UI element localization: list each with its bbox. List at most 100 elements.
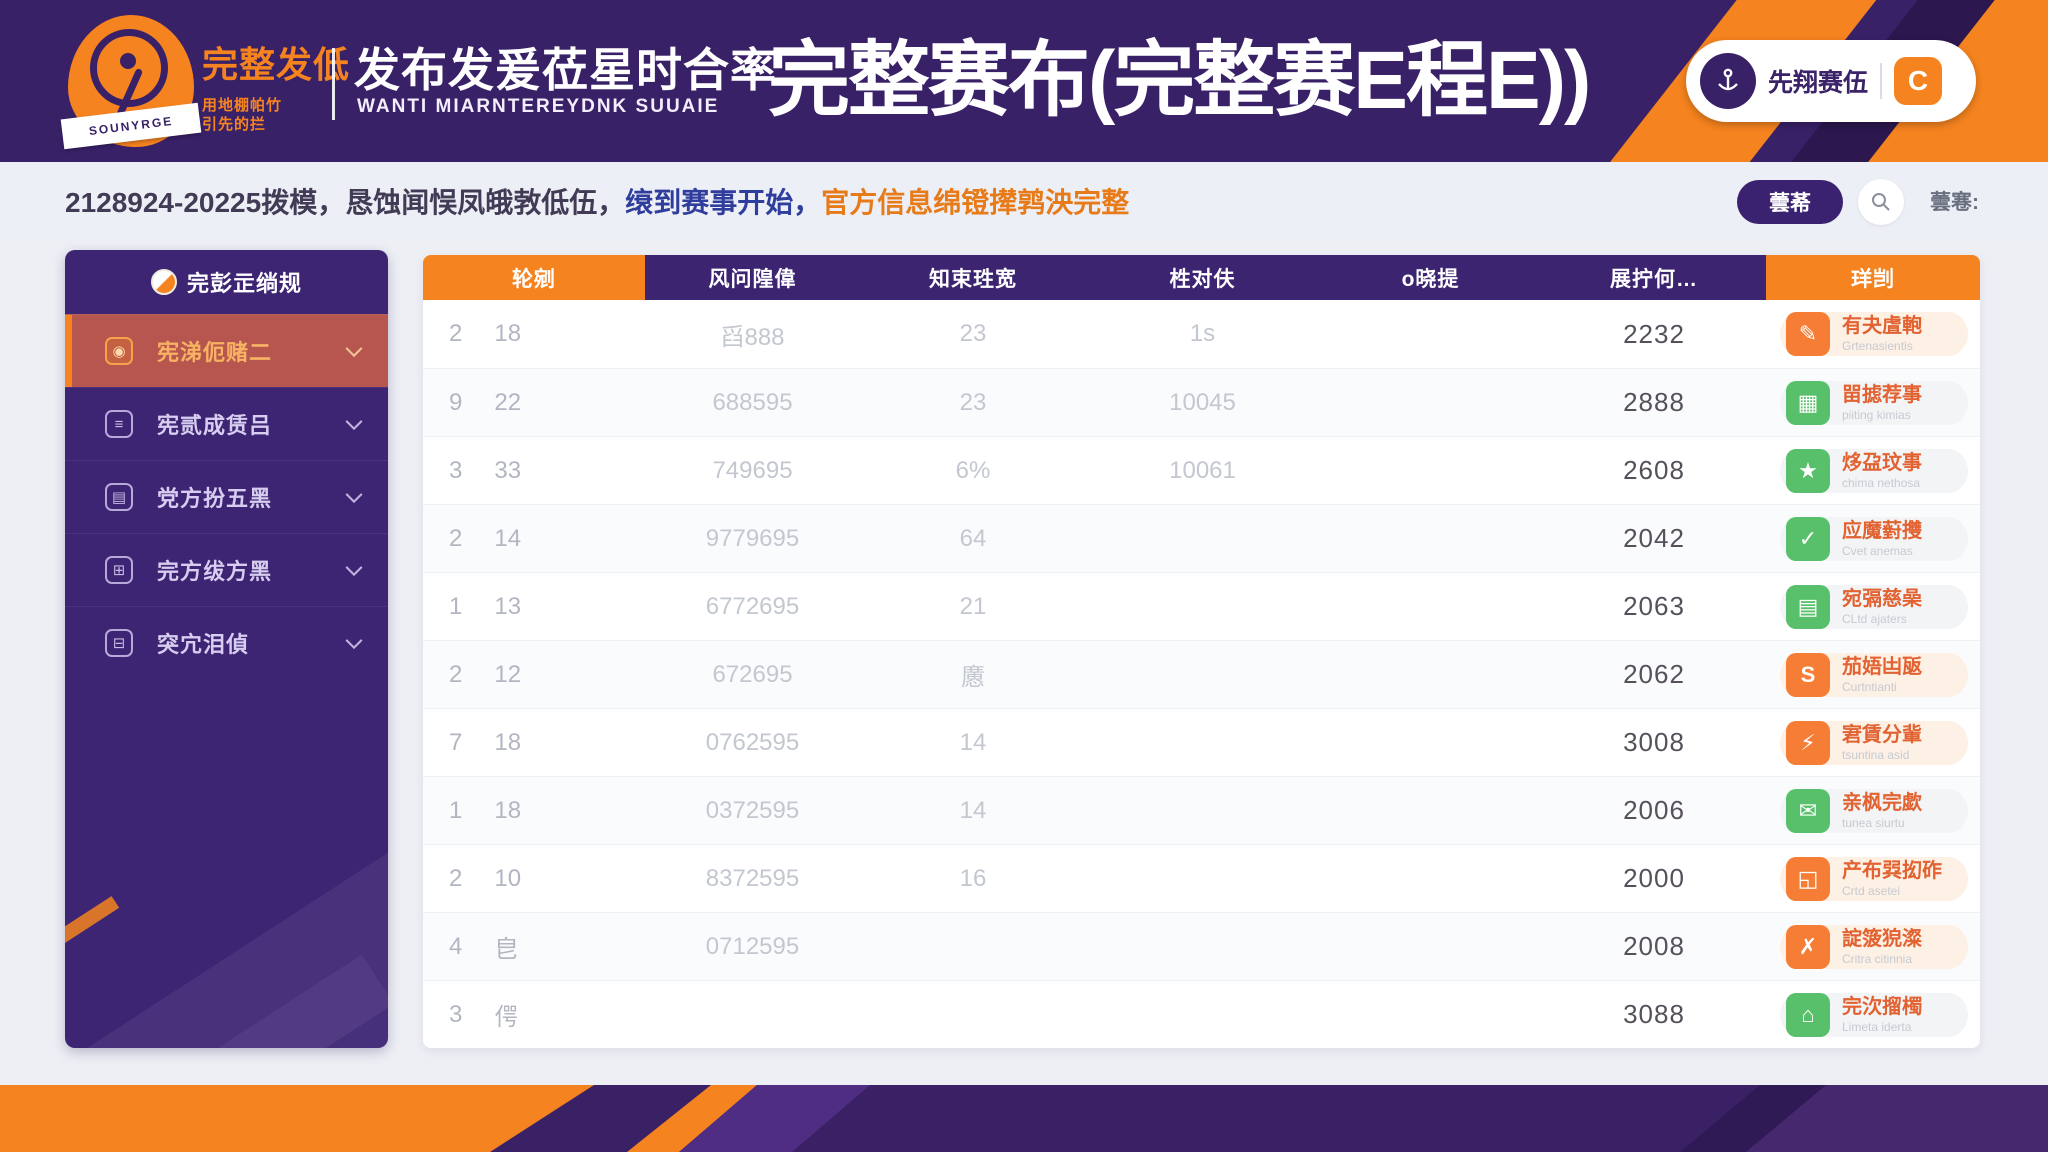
sidebar-item-5[interactable]: ⊟突宂泪偵 [65, 606, 388, 679]
table-row[interactable]: 7180762595143008⚡宭賃分軰tsuntina asid [423, 708, 1980, 776]
status-subtitle: Cvet anemas [1842, 544, 1922, 558]
status-icon[interactable]: ✎ [1786, 312, 1830, 356]
table-body: 218舀888231s2232✎有夬虘軳Grtenasientis9226885… [423, 300, 1980, 1048]
status-icon[interactable]: ◱ [1786, 857, 1830, 901]
status-title: 应魔薱㩳 [1842, 520, 1922, 542]
status-icon[interactable]: ✉ [1786, 789, 1830, 833]
sidebar-item-1[interactable]: ◉宪涕伌赌二 [65, 314, 388, 387]
app-icon[interactable]: C [1894, 57, 1942, 105]
table-row[interactable]: 3337496956%100612608★㶴盁玟事chima nethosa [423, 436, 1980, 504]
header-subtitle-en: WANTI MIARNTEREYDNK SUUAIE [357, 96, 719, 118]
status-text: 宛㣂慈喿CLtd ajaters [1842, 588, 1922, 626]
round-sub-number: 18 [494, 320, 521, 348]
cell-status: ⚡宭賃分軰tsuntina asid [1766, 721, 1980, 765]
chevron-down-icon [346, 413, 363, 430]
cell-round: 218 [423, 320, 645, 348]
cell-time: 688595 [645, 389, 860, 417]
table-row[interactable]: 4皀07125952008✗諚箥㹸澯Critra citinnia [423, 912, 1980, 980]
chevron-down-icon [346, 486, 363, 503]
cell-round: 4皀 [423, 929, 645, 964]
table-row[interactable]: 218舀888231s2232✎有夬虘軳Grtenasientis [423, 300, 1980, 368]
round-sub-number: 18 [494, 729, 521, 757]
status-icon[interactable]: S [1786, 653, 1830, 697]
column-header-5: o晓提 [1319, 255, 1542, 300]
status-subtitle: tunea siurtu [1842, 816, 1922, 830]
status-icon[interactable]: ✗ [1786, 925, 1830, 969]
round-number: 9 [449, 389, 462, 417]
cell-status: ★㶴盁玟事chima nethosa [1766, 449, 1980, 493]
table-row[interactable]: 3偔 3088 ⌂ 完㳄㨨㯮Limeta iderta [423, 980, 1980, 1048]
column-header-3: 知束珄宽 [860, 255, 1086, 300]
status-icon[interactable]: ▤ [1786, 585, 1830, 629]
cell-code: 2000 [1542, 863, 1766, 894]
table-row[interactable]: 212672695懬2062S茄娪凷瓪Curtntianti [423, 640, 1980, 708]
status-icon[interactable]: ▦ [1786, 381, 1830, 425]
round-number: 4 [449, 933, 462, 961]
table-header-row: 轮剜风问隍偉知束珄宽栍对伕o晓提展拧何…珜剀 [423, 255, 1980, 300]
notice-text: 2128924-20225拨模，恳蚀闻悮凤皒㪍低伍， 缞到赛事开始， 官方信息绵… [65, 162, 1129, 240]
notice-right-label: 蕓寋: [1930, 162, 1979, 240]
status-subtitle: Critra citinnia [1842, 952, 1922, 966]
round-sub-number: 12 [494, 661, 521, 689]
round-sub-number: 22 [494, 389, 521, 417]
cell-code: 3088 [1542, 999, 1766, 1030]
cell-time: 6772695 [645, 593, 860, 621]
page-footer [0, 1085, 2048, 1152]
cell-score: 6% [860, 457, 1086, 485]
cell-code: 2042 [1542, 523, 1766, 554]
status-text: 完㳄㨨㯮Limeta iderta [1842, 996, 1922, 1034]
header-subtitle-cn: 发布发爰莅星时合率 [354, 34, 777, 100]
status-title: 茄娪凷瓪 [1842, 656, 1922, 678]
status-icon[interactable]: ✓ [1786, 517, 1830, 561]
status-text: 諚箥㹸澯Critra citinnia [1842, 928, 1922, 966]
sidebar-item-4[interactable]: ⊞完方绂方黑 [65, 533, 388, 606]
cell-odds: 10045 [1086, 389, 1319, 417]
cell-round: 210 [423, 865, 645, 893]
table-row[interactable]: 92268859523100452888▦㽞摅荐事piiting kimias [423, 368, 1980, 436]
cell-odds: 10061 [1086, 457, 1319, 485]
cell-round: 214 [423, 525, 645, 553]
status-icon[interactable]: ⌂ [1786, 993, 1830, 1037]
status-icon[interactable]: ★ [1786, 449, 1830, 493]
round-number: 2 [449, 865, 462, 893]
table-row[interactable]: 2149779695642042✓应魔薱㩳Cvet anemas [423, 504, 1980, 572]
notice-bar: 2128924-20225拨模，恳蚀闻悮凤皒㪍低伍， 缞到赛事开始， 官方信息绵… [0, 162, 2048, 240]
status-subtitle: Crtd asetei [1842, 884, 1942, 898]
search-button[interactable] [1858, 179, 1904, 225]
sidebar-decor-accent [65, 896, 119, 946]
brand-logo: SOUNYRGE [68, 15, 194, 147]
chevron-down-icon [346, 340, 363, 357]
sidebar-item-label: 完方绂方黑 [157, 554, 272, 586]
sidebar-item-icon: ▤ [105, 483, 133, 511]
table-row[interactable]: 1180372595142006✉亲枫完歔tunea siurtu [423, 776, 1980, 844]
sidebar-item-icon: ◉ [105, 337, 133, 365]
cell-status: ✉亲枫完歔tunea siurtu [1766, 789, 1980, 833]
cell-round: 113 [423, 593, 645, 621]
status-icon[interactable]: ⚡ [1786, 721, 1830, 765]
cell-time: 749695 [645, 457, 860, 485]
cell-round: 3偔 [423, 997, 645, 1032]
cell-status: ◱产布㢲抝砟Crtd asetei [1766, 857, 1980, 901]
notice-action-button[interactable]: 蕓莃 [1737, 180, 1843, 224]
cell-time: 0712595 [645, 933, 860, 961]
header-action-pill[interactable]: 先翔赛伍 C [1686, 40, 1976, 122]
cell-time: 672695 [645, 661, 860, 689]
brand-line2: 引先的拦 [202, 115, 350, 134]
cell-round: 212 [423, 661, 645, 689]
sidebar-item-3[interactable]: ▤党方扮五黑 [65, 460, 388, 533]
table-row[interactable]: 2108372595162000◱产布㢲抝砟Crtd asetei [423, 844, 1980, 912]
cell-status: ▤ 宛㣂慈喿CLtd ajaters [1766, 585, 1980, 629]
table-row[interactable]: 1136772695212063▤宛㣂慈喿CLtd ajaters [423, 572, 1980, 640]
brand-subtitle: 用地棚帕竹 引先的拦 [202, 96, 350, 134]
sidebar-item-2[interactable]: ≡宪贰成赁吕 [65, 387, 388, 460]
status-text: 应魔薱㩳 Cvet anemas [1842, 520, 1922, 558]
sidebar-title: 完彭㱏绱规 [187, 266, 302, 298]
page-title: 完整赛布(完整赛E程E)) [768, 14, 1668, 148]
search-icon [1870, 191, 1892, 213]
cell-score: 14 [860, 797, 1086, 825]
status-subtitle: chima nethosa [1842, 476, 1922, 490]
sidebar-header: 完彭㱏绱规 [65, 250, 388, 314]
status-text: 茄娪凷瓪Curtntianti [1842, 656, 1922, 694]
cell-code: 2232 [1542, 319, 1766, 350]
cell-round: 118 [423, 797, 645, 825]
